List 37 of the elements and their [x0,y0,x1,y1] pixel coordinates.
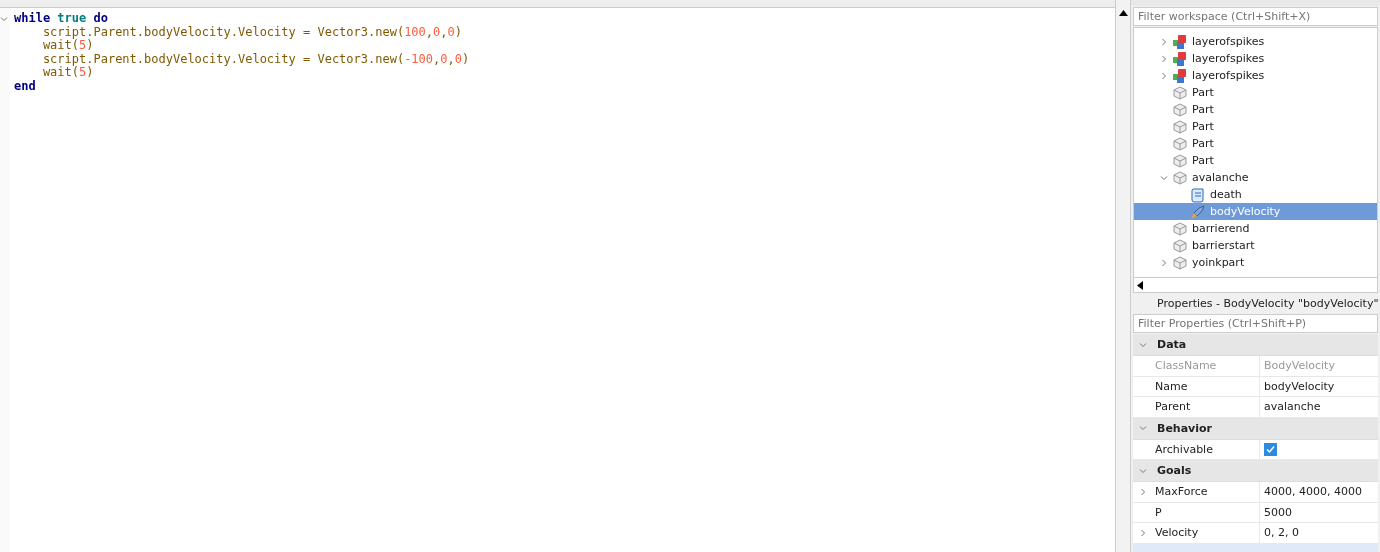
filter-field[interactable]: Filter workspace (Ctrl+Shift+X) [1133,7,1378,26]
tree-item[interactable]: death [1134,186,1377,203]
tree-item[interactable]: layerofspikes [1134,67,1377,84]
property-value[interactable]: 0, 2, 0 [1264,526,1299,540]
property-name: P [1155,505,1162,519]
code-line: while true do [14,12,109,26]
code-line: wait(5) [41,66,94,80]
property-value[interactable]: avalanche [1264,400,1321,414]
tree-item[interactable]: layerofspikes [1134,50,1377,67]
property-name: MaxForce [1155,485,1208,499]
tree-item[interactable]: yoinkpart [1134,254,1377,271]
tree-item[interactable]: barrierstart [1134,237,1377,254]
tree-item[interactable]: Part [1134,152,1377,169]
property-name: Archivable [1155,442,1213,456]
tree-item[interactable]: Part [1134,101,1377,118]
tree-item[interactable]: Part [1134,84,1377,101]
property-name: ClassName [1155,359,1217,373]
section-header[interactable]: Data [1133,334,1378,356]
section-header[interactable]: Goals [1133,460,1378,482]
panel-title: Properties - BodyVelocity "bodyVelocity" [1157,296,1379,310]
code-line: script.Parent.bodyVelocity.Velocity = Vector3.new(100,0,0) [41,25,463,40]
section-header[interactable]: Behavior [1133,417,1378,440]
code-line: wait(5) [41,39,94,53]
tree-item[interactable]: avalanche [1134,169,1377,186]
property-value[interactable]: bodyVelocity [1264,379,1335,393]
code-line: script.Parent.bodyVelocity.Velocity = Vector3.new(-100,0,0) [41,52,470,67]
property-name: Velocity [1155,526,1199,540]
filter-field[interactable]: Filter Properties (Ctrl+Shift+P) [1133,314,1378,333]
code-line: end [14,79,37,94]
tree-item[interactable]: barrierend [1134,220,1377,237]
tree-item[interactable]: Part [1134,118,1377,135]
property-value[interactable]: 4000, 4000, 4000 [1264,485,1362,499]
tree-item[interactable]: Part [1134,135,1377,152]
property-value[interactable]: 5000 [1264,505,1292,519]
property-name: Name [1155,379,1188,393]
tree-item[interactable]: layerofspikes [1134,33,1377,50]
property-name: Parent [1155,400,1191,414]
